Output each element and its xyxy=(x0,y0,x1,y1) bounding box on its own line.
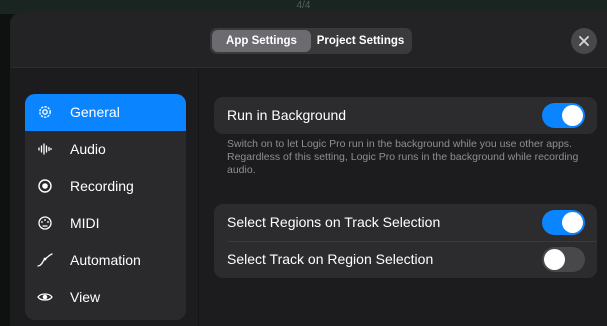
toggle-knob xyxy=(562,212,583,233)
gear-icon xyxy=(39,106,51,118)
sidebar-item-midi[interactable]: MIDI xyxy=(25,205,186,242)
sidebar-item-label: General xyxy=(70,104,120,120)
sidebar-item-view[interactable]: View xyxy=(25,279,186,316)
settings-scope-segmented-control: App Settings Project Settings xyxy=(210,28,412,54)
sidebar-item-general[interactable]: General xyxy=(25,94,186,131)
close-icon xyxy=(579,36,589,46)
automation-curve-icon xyxy=(37,253,53,267)
toggle-knob xyxy=(544,249,565,270)
toggle-knob xyxy=(562,105,583,126)
background-time-signature: 4/4 xyxy=(296,0,311,11)
select-track-on-region-toggle[interactable] xyxy=(542,247,585,272)
sidebar-item-label: Recording xyxy=(70,178,134,194)
run-in-background-toggle[interactable] xyxy=(542,103,585,128)
close-button[interactable] xyxy=(571,28,597,54)
settings-sheet: App Settings Project Settings General Au… xyxy=(10,12,607,326)
select-regions-on-track-row: Select Regions on Track Selection xyxy=(214,204,597,242)
run-in-background-group: Run in Background xyxy=(214,97,597,134)
record-icon xyxy=(38,179,52,193)
midi-port-icon xyxy=(38,216,52,230)
run-in-background-row: Run in Background xyxy=(214,97,597,134)
select-regions-on-track-toggle[interactable] xyxy=(542,210,585,235)
waveform-icon xyxy=(38,143,52,155)
sidebar-item-label: View xyxy=(70,289,101,305)
tab-project-settings[interactable]: Project Settings xyxy=(311,30,410,52)
select-track-on-region-label: Select Track on Region Selection xyxy=(227,251,434,267)
tab-app-settings[interactable]: App Settings xyxy=(212,30,311,52)
eye-icon xyxy=(37,293,53,301)
sidebar-item-label: Audio xyxy=(70,141,106,157)
settings-header: App Settings Project Settings xyxy=(10,12,607,68)
select-track-on-region-row: Select Track on Region Selection xyxy=(214,241,597,278)
sidebar-item-audio[interactable]: Audio xyxy=(25,131,186,168)
settings-sidebar: General Audio Recording MIDI Automation … xyxy=(25,94,186,320)
sidebar-item-automation[interactable]: Automation xyxy=(25,242,186,279)
sidebar-item-label: MIDI xyxy=(70,215,100,231)
run-in-background-description: Switch on to let Logic Pro run in the ba… xyxy=(227,138,579,176)
sidebar-item-label: Automation xyxy=(70,252,141,268)
run-in-background-label: Run in Background xyxy=(227,107,347,123)
selection-settings-group: Select Regions on Track Selection Select… xyxy=(214,204,597,278)
sidebar-item-recording[interactable]: Recording xyxy=(25,168,186,205)
pane-divider xyxy=(198,68,199,326)
select-regions-on-track-label: Select Regions on Track Selection xyxy=(227,214,441,230)
